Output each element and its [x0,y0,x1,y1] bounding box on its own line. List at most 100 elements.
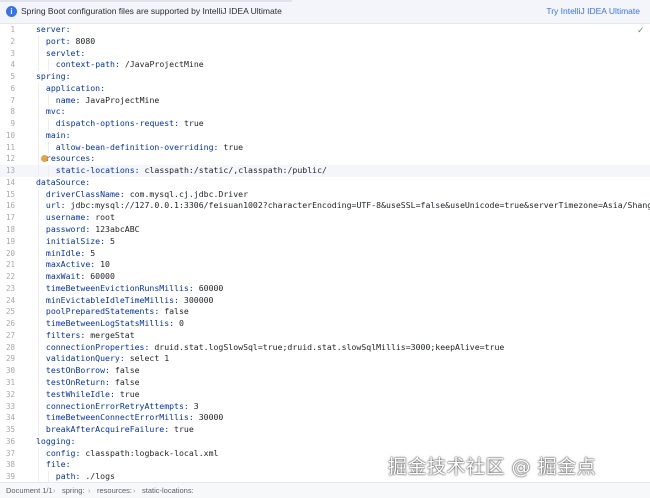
code-text: username: root [46,212,115,224]
line-number: 32 [5,389,15,399]
indent-guide [38,294,39,307]
code-line[interactable]: 27 filters: mergeStat [0,329,650,342]
yaml-value: 8080 [70,35,96,46]
code-line[interactable]: 14 dataSource: [0,177,650,189]
code-line[interactable]: 30 testOnBorrow: false [0,365,650,377]
code-editor[interactable]: ✓ 1 server: 2 port: 8080 3 servlet: 4 context-p… [0,24,650,482]
line-number: 24 [5,295,15,305]
code-line[interactable]: 18 password: 123abcABC [0,224,650,236]
indent-guide [38,306,39,319]
line-number: 4 [10,60,15,70]
code-line[interactable]: 1 server: [0,24,650,36]
indent-guide [38,35,39,48]
code-line[interactable]: 6 application: [0,82,650,95]
code-text: testOnReturn: false [46,377,140,389]
line-number: 2 [10,36,15,46]
indent-guide [38,376,39,389]
code-text: servlet: [46,48,85,60]
document-indicator[interactable]: Document 1/1 [6,486,53,495]
code-text: maxActive: 10 [46,259,110,271]
line-number: 27 [5,330,15,340]
yaml-value: 30000 [193,412,224,423]
code-line[interactable]: 21 maxActive: 10 [0,259,650,272]
line-number: 19 [5,236,15,246]
yaml-key: file: [45,459,71,470]
yaml-key: breakAfterAcquireFailure: [45,424,170,435]
breadcrumb-item-spring[interactable]: spring: [62,486,85,495]
indent-guide [38,153,39,166]
line-number: 35 [5,425,15,435]
status-bar: Document 1/1 › spring: › resources: › st… [0,482,650,498]
indent-guide [38,212,39,225]
code-line[interactable]: 8 mvc: [0,106,650,119]
yaml-value: false [159,306,189,317]
code-text: testWhileIdle: true [46,389,140,401]
code-line[interactable]: 7 name: JavaProjectMine [0,94,650,107]
indent-guide [38,47,39,60]
code-text: allow-bean-definition-overriding: true [56,142,243,154]
code-line[interactable]: 17 username: root [0,212,650,225]
yaml-value: jdbc:mysql://127.0.0.1:3306/feisuan1002?… [65,200,650,211]
code-line[interactable]: 26 timeBetweenLogStatsMillis: 0 [0,318,650,330]
indent-guide [38,341,39,354]
line-number: 25 [5,307,15,317]
code-line[interactable]: 4 context-path: /JavaProjectMine [0,59,650,72]
code-line[interactable]: 33 connectionErrorRetryAttempts: 3 [0,400,650,413]
indent-guide [47,59,49,72]
code-line[interactable]: 12 resources: [0,153,650,166]
code-line[interactable]: 11 allow-bean-definition-overriding: true [0,141,650,154]
yaml-value: false [109,376,140,387]
code-line[interactable]: 3 servlet: [0,47,650,60]
yaml-key: application: [45,82,106,93]
code-line[interactable]: 29 validationQuery: select 1 [0,353,650,366]
code-text: minEvictableIdleTimeMillis: 300000 [46,295,214,307]
breadcrumb-item-static-locations[interactable]: static-locations: [142,486,194,495]
code-line[interactable]: 5 spring: [0,71,650,83]
code-line[interactable]: 22 maxWait: 60000 [0,271,650,283]
yaml-value: 5 [105,235,115,246]
code-line[interactable]: 9 dispatch-options-request: true [0,118,650,130]
code-line[interactable]: 32 testWhileIdle: true [0,388,650,401]
line-number: 20 [5,248,15,258]
code-line[interactable]: 19 initialSize: 5 [0,235,650,248]
breadcrumb-item-resources[interactable]: resources: [97,486,132,495]
yaml-key: initialSize: [45,235,106,246]
line-number: 6 [10,83,15,93]
breadcrumb-separator-icon: › [53,486,56,495]
code-line[interactable]: 28 connectionProperties: druid.stat.logSl… [0,341,650,354]
code-line[interactable]: 20 minIdle: 5 [0,247,650,260]
code-text: connectionErrorRetryAttempts: 3 [46,401,199,413]
code-line[interactable]: 35 breakAfterAcquireFailure: true [0,424,650,436]
yaml-value: 5 [85,247,96,258]
yaml-key: main: [45,129,71,140]
code-line[interactable]: 10 main: [0,129,650,142]
code-line[interactable]: 16 url: jdbc:mysql://127.0.0.1:3306/feisu… [0,200,650,213]
code-line[interactable]: 15 driverClassName: com.mysql.cj.jdbc.Dri… [0,188,650,201]
indent-guide [38,82,39,95]
code-text: url: jdbc:mysql://127.0.0.1:3306/feisuan… [46,200,650,212]
yaml-key: url: [45,200,66,211]
indent-guide [38,400,39,413]
code-line[interactable]: 24 minEvictableIdleTimeMillis: 300000 [0,294,650,307]
yaml-key: mvc: [45,106,66,117]
try-ultimate-link[interactable]: Try IntelliJ IDEA Ultimate [546,6,640,16]
indent-guide [38,165,39,177]
indent-guide [38,412,39,425]
line-number: 16 [5,201,15,211]
indent-guide [38,365,39,377]
indent-guide [38,200,39,213]
code-line[interactable]: 31 testOnReturn: false [0,376,650,389]
code-line[interactable]: 36 logging: [0,436,650,448]
yaml-key: maxActive: [45,259,96,270]
code-line[interactable]: 34 timeBetweenConnectErrorMillis: 30000 [0,412,650,425]
code-line[interactable]: 25 poolPreparedStatements: false [0,306,650,319]
yaml-value: true [179,118,204,129]
code-line[interactable]: 2 port: 8080 [0,35,650,48]
line-number: 1 [10,25,15,34]
yaml-key: timeBetweenEvictionRunsMillis: [45,282,194,293]
yaml-value: true [169,424,194,435]
code-line[interactable]: 23 timeBetweenEvictionRunsMillis: 60000 [0,282,650,295]
yaml-key: allow-bean-definition-overriding: [55,141,219,152]
editor-lines: 1 server: 2 port: 8080 3 servlet: 4 context-pat… [0,24,650,482]
code-line[interactable]: 13 static-locations: classpath:/static/,c… [0,165,650,177]
